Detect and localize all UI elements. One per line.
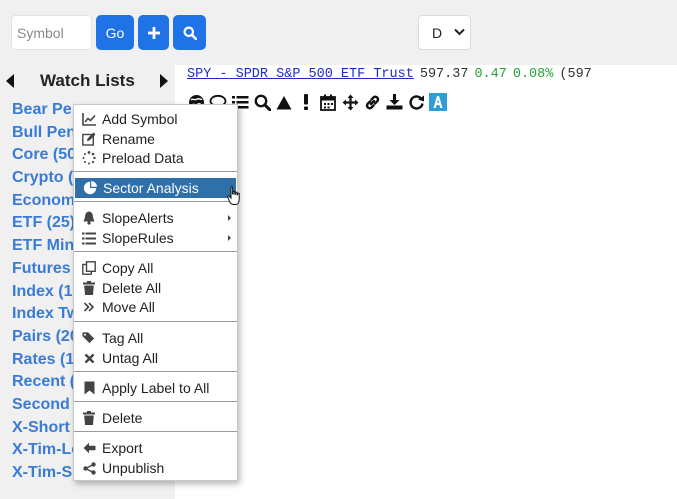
menu-label: Copy All [102,260,154,276]
menu-label: Export [102,440,143,456]
top-toolbar: Go D [0,0,677,65]
search-button[interactable] [173,15,206,50]
menu-label: Unpublish [102,460,165,476]
quote-change: 0.47 [474,67,507,82]
menu-label: Preload Data [102,150,184,166]
menu-label: SlopeAlerts [102,210,174,226]
quote-extra: (597 [559,67,592,82]
refresh-icon[interactable] [405,92,427,112]
menu-separator [74,251,237,252]
pie-chart-icon [83,181,97,195]
menu-sector-analysis[interactable]: Sector Analysis [75,178,236,198]
hand-cursor-icon [227,186,240,205]
go-button[interactable]: Go [96,15,134,50]
menu-move-all[interactable]: Move All [74,297,237,317]
next-arrow-icon[interactable] [160,74,168,88]
move-icon[interactable] [339,92,361,112]
menu-preload-data[interactable]: Preload Data [74,148,237,168]
menu-add-symbol[interactable]: Add Symbol [74,109,237,129]
menu-rename[interactable]: Rename [74,129,237,149]
menu-export[interactable]: Export [74,438,237,458]
menu-label: Untag All [102,350,159,366]
quote-price: 597.37 [419,67,469,82]
menu-separator [74,171,237,172]
download-icon[interactable] [383,92,405,112]
menu-label: Delete All [102,280,162,296]
calendar-icon[interactable] [317,92,339,112]
prev-arrow-icon[interactable] [6,74,14,88]
search-icon[interactable] [251,92,273,112]
menu-slope-rules[interactable]: SlopeRules [74,228,237,248]
menu-label: Delete [102,410,143,426]
edit-icon [82,132,96,146]
plus-icon [147,26,160,39]
menu-separator [74,321,237,322]
menu-label: Tag All [102,330,144,346]
menu-untag-all[interactable]: Untag All [74,348,237,368]
submenu-arrow-icon [228,235,231,241]
triangle-icon[interactable] [273,92,295,112]
bookmark-icon [82,381,96,395]
trash-icon [82,281,96,295]
copy-icon [82,261,96,275]
double-chevron-right-icon [82,300,96,314]
menu-label: SlopeRules [102,230,174,246]
list-icon [82,231,96,245]
menu-label: Add Symbol [102,111,178,127]
watchlist-title: Watch Lists [40,71,135,90]
menu-unpublish[interactable]: Unpublish [74,458,237,478]
menu-separator [74,431,237,432]
tags-icon [82,331,96,345]
line-chart-icon [82,112,96,126]
letter-a-icon[interactable] [427,92,449,112]
period-select[interactable]: D [418,15,471,50]
bell-icon [82,211,96,225]
spinner-icon [82,151,96,165]
share-icon [82,461,96,475]
trash-icon [82,411,96,425]
menu-separator [74,201,237,202]
menu-delete-all[interactable]: Delete All [74,278,237,298]
link-icon[interactable] [361,92,383,112]
menu-label: Rename [102,131,155,147]
menu-tag-all[interactable]: Tag All [74,328,237,348]
chevron-down-icon [454,28,465,36]
menu-label: Move All [102,299,155,315]
menu-separator [74,371,237,372]
submenu-arrow-icon [228,215,231,221]
quote-line: SPY - SPDR S&P 500 ETF Trust 597.37 0.47 0.… [187,67,592,82]
menu-slope-alerts[interactable]: SlopeAlerts [74,208,237,228]
menu-delete[interactable]: Delete [74,408,237,428]
search-icon [183,26,197,40]
menu-copy-all[interactable]: Copy All [74,258,237,278]
exclamation-icon[interactable] [295,92,317,112]
symbol-link[interactable]: SPY - SPDR S&P 500 ETF Trust [187,67,414,82]
watchlist-context-menu: Add Symbol Rename Preload Data Sector An… [73,104,238,481]
arrow-left-icon [82,441,96,455]
add-button[interactable] [138,15,169,50]
menu-label: Apply Label to All [102,380,210,396]
symbol-input[interactable] [11,15,92,50]
x-icon [82,351,96,365]
quote-change-pct: 0.08% [512,67,554,82]
menu-apply-label[interactable]: Apply Label to All [74,378,237,398]
menu-separator [74,401,237,402]
menu-label: Sector Analysis [103,180,199,196]
period-value: D [432,24,443,41]
watchlist-header: Watch Lists [0,71,175,91]
